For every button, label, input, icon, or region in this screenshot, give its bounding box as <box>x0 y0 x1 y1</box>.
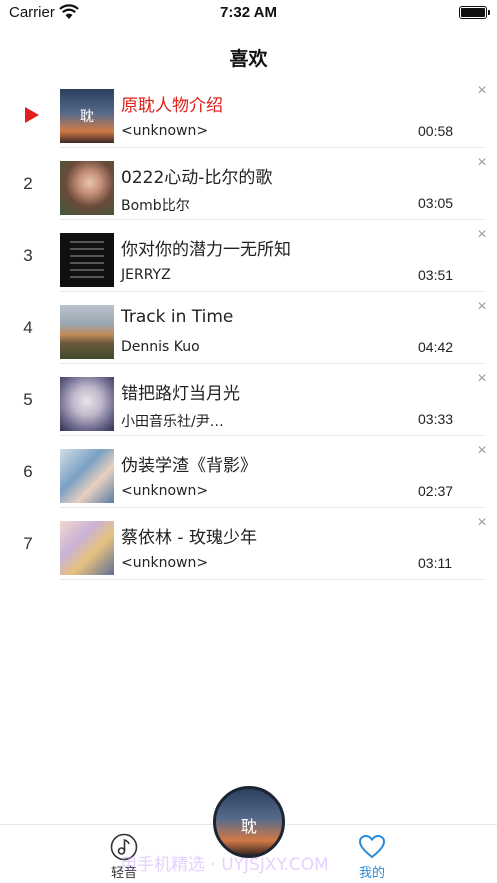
song-duration: 00:58 <box>418 123 454 139</box>
album-cover-anime-icon <box>60 377 114 431</box>
row-divider <box>60 579 485 580</box>
song-artist: JERRYZ <box>121 267 171 283</box>
heart-icon <box>358 834 386 859</box>
song-title: 0222心动-比尔的歌 <box>121 168 273 188</box>
song-index: 7 <box>23 534 33 553</box>
song-artist: <unknown> <box>121 123 209 139</box>
song-index: 2 <box>23 174 33 193</box>
favorites-song-list: 耽 原耽人物介绍 <unknown> 00:58 × 2 0222心动-比尔的歌… <box>0 76 497 580</box>
song-row[interactable]: 7 蔡依林 - 玫瑰少年 <unknown> 03:11 × <box>0 508 497 580</box>
song-artist: 小田音乐社/尹… <box>121 414 224 430</box>
album-cover-illustration-2-icon <box>60 521 114 575</box>
song-duration: 02:37 <box>418 483 454 499</box>
remove-song-button[interactable]: × <box>475 443 489 459</box>
remove-song-button[interactable]: × <box>475 83 489 99</box>
song-row[interactable]: 6 伪装学渣《背影》 <unknown> 02:37 × <box>0 436 497 508</box>
remove-song-button[interactable]: × <box>475 227 489 243</box>
remove-song-button[interactable]: × <box>475 371 489 387</box>
now-playing-icon <box>25 107 39 123</box>
song-artist: Dennis Kuo <box>121 339 200 355</box>
song-duration: 03:11 <box>418 555 452 571</box>
album-cover-sunset-icon: 耽 <box>60 89 114 143</box>
song-row[interactable]: 5 错把路灯当月光 小田音乐社/尹… 03:33 × <box>0 364 497 436</box>
song-artist: <unknown> <box>121 555 209 571</box>
song-index: 6 <box>23 462 33 481</box>
album-cover-landscape-icon <box>60 305 114 359</box>
album-cover-text-icon <box>60 233 114 287</box>
remove-song-button[interactable]: × <box>475 515 489 531</box>
song-title: 伪装学渣《背影》 <box>121 456 257 476</box>
song-index: 4 <box>23 318 33 337</box>
now-playing-disc-button[interactable]: 耽 <box>213 786 285 858</box>
status-bar: Carrier 7:32 AM <box>0 0 497 26</box>
remove-song-button[interactable]: × <box>475 155 489 171</box>
status-time: 7:32 AM <box>220 4 277 21</box>
song-duration: 03:33 <box>418 411 454 427</box>
watermark: 用手机精选 · UYJSJXY.COM <box>120 855 329 875</box>
song-title: Track in Time <box>121 307 234 327</box>
song-duration: 04:42 <box>418 339 454 355</box>
tab-label: 我的 <box>358 866 385 881</box>
song-artist: <unknown> <box>121 483 209 499</box>
song-row[interactable]: 4 Track in Time Dennis Kuo 04:42 × <box>0 292 497 364</box>
page-title: 喜欢 <box>229 48 268 70</box>
album-cover-illustration-icon <box>60 449 114 503</box>
song-index: 5 <box>23 390 33 409</box>
song-title: 蔡依林 - 玫瑰少年 <box>121 528 257 548</box>
remove-song-button[interactable]: × <box>475 299 489 315</box>
song-row[interactable]: 耽 原耽人物介绍 <unknown> 00:58 × <box>0 76 497 148</box>
song-title: 你对你的潜力一无所知 <box>121 240 291 260</box>
song-title: 错把路灯当月光 <box>121 384 240 404</box>
song-index: 3 <box>23 246 33 265</box>
tab-mine[interactable]: 我的 <box>332 825 412 883</box>
song-row[interactable]: 2 0222心动-比尔的歌 Bomb比尔 03:05 × <box>0 148 497 220</box>
song-duration: 03:51 <box>418 267 454 283</box>
song-row[interactable]: 3 你对你的潜力一无所知 JERRYZ 03:51 × <box>0 220 497 292</box>
song-title: 原耽人物介绍 <box>121 96 223 116</box>
song-artist: Bomb比尔 <box>121 198 190 214</box>
album-cover-portrait-icon <box>60 161 114 215</box>
battery-icon <box>459 6 490 19</box>
song-duration: 03:05 <box>418 195 454 211</box>
